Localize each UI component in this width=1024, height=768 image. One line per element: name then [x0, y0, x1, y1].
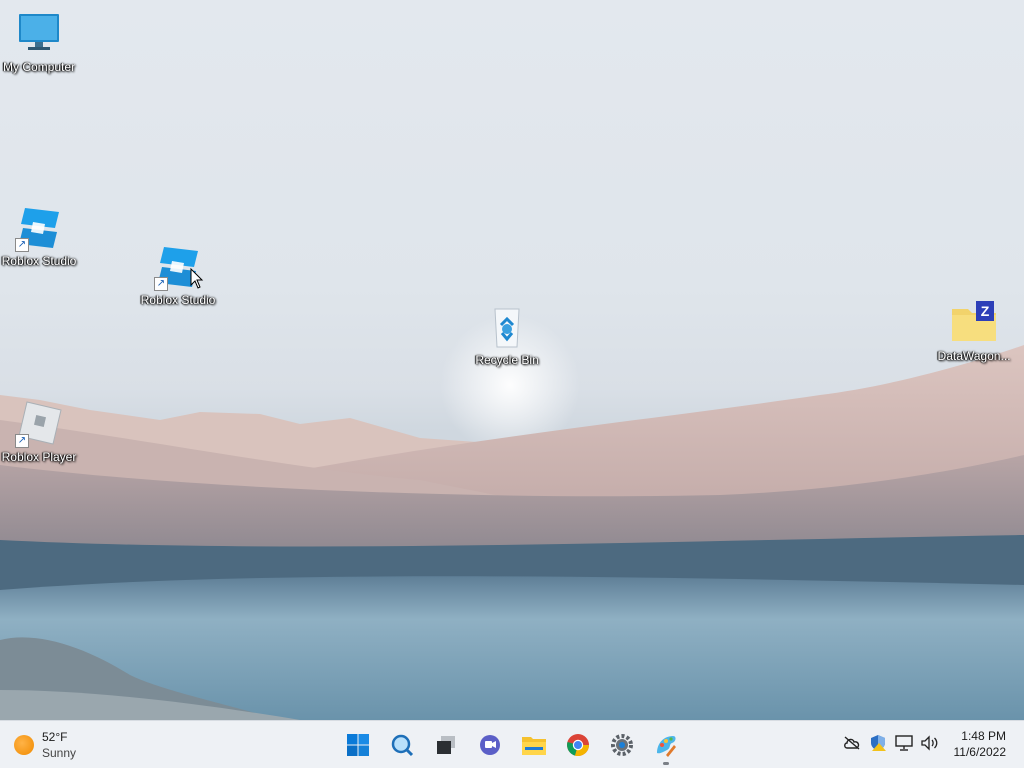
volume-button[interactable]: [920, 733, 940, 753]
paint-button[interactable]: [646, 725, 686, 765]
svg-text:Z: Z: [981, 303, 990, 319]
weather-temperature: 52°F: [42, 730, 68, 744]
taskbar-apps: [338, 725, 686, 765]
zip-folder-icon: Z: [950, 299, 998, 347]
onedrive-button[interactable]: [842, 733, 862, 753]
desktop[interactable]: My Computer ↗ Roblox Studio ↗ Roblox Stu…: [0, 0, 1024, 720]
desktop-icon-label: DataWagon...: [937, 349, 1011, 363]
settings-button[interactable]: [602, 725, 642, 765]
clock-date: 11/6/2022: [953, 745, 1007, 759]
search-button[interactable]: [382, 725, 422, 765]
chat-icon: [480, 735, 500, 755]
desktop-icon-label: Recycle Bin: [475, 353, 539, 367]
desktop-icon-label: Roblox Studio: [140, 293, 216, 307]
roblox-studio-icon: ↗: [15, 204, 63, 252]
desktop-icon-roblox-studio-2[interactable]: ↗ Roblox Studio: [138, 243, 218, 307]
desktop-icon-roblox-studio[interactable]: ↗ Roblox Studio: [0, 204, 79, 268]
chrome-button[interactable]: [558, 725, 598, 765]
settings-gear-icon: [611, 734, 633, 756]
volume-icon: [921, 735, 938, 751]
network-button[interactable]: [894, 733, 914, 753]
clock[interactable]: 1:48 PM 11/6/2022: [954, 728, 1007, 760]
taskbar: 52°F Sunny 1:48 PM 11/6/2022: [0, 720, 1024, 768]
chat-button[interactable]: [470, 725, 510, 765]
desktop-icon-datawagon[interactable]: Z DataWagon...: [934, 299, 1014, 363]
recycle-bin-icon: [483, 303, 531, 351]
search-icon: [391, 734, 414, 757]
security-shield-icon: [871, 735, 886, 751]
desktop-icon-roblox-player[interactable]: ↗ Roblox Player: [0, 400, 79, 464]
roblox-player-icon: ↗: [15, 400, 63, 448]
cloud-offline-icon: [844, 736, 860, 750]
clock-time: 1:48 PM: [961, 729, 1006, 743]
shortcut-arrow-icon: ↗: [15, 238, 29, 252]
monitor-icon: [15, 10, 63, 58]
desktop-icon-my-computer[interactable]: My Computer: [0, 10, 79, 74]
task-view-button[interactable]: [426, 725, 466, 765]
file-explorer-icon: [522, 737, 546, 755]
desktop-icon-label: Roblox Player: [1, 450, 77, 464]
network-icon: [895, 735, 913, 751]
paint-app-icon: [657, 736, 676, 757]
desktop-icon-label: My Computer: [2, 60, 76, 74]
weather-condition: Sunny: [42, 746, 77, 760]
shortcut-arrow-icon: ↗: [154, 277, 168, 291]
security-button[interactable]: [868, 733, 888, 753]
weather-widget[interactable]: 52°F Sunny: [14, 727, 76, 763]
start-button[interactable]: [338, 725, 378, 765]
shortcut-arrow-icon: ↗: [15, 434, 29, 448]
chrome-icon: [567, 734, 589, 757]
desktop-icon-recycle-bin[interactable]: Recycle Bin: [467, 303, 547, 367]
desktop-icon-label: Roblox Studio: [1, 254, 77, 268]
task-view-icon: [437, 736, 455, 754]
sun-icon: [14, 735, 34, 755]
system-tray: [842, 733, 940, 753]
windows-start-icon: [347, 734, 369, 756]
file-explorer-button[interactable]: [514, 725, 554, 765]
mouse-cursor-icon: [190, 268, 204, 289]
